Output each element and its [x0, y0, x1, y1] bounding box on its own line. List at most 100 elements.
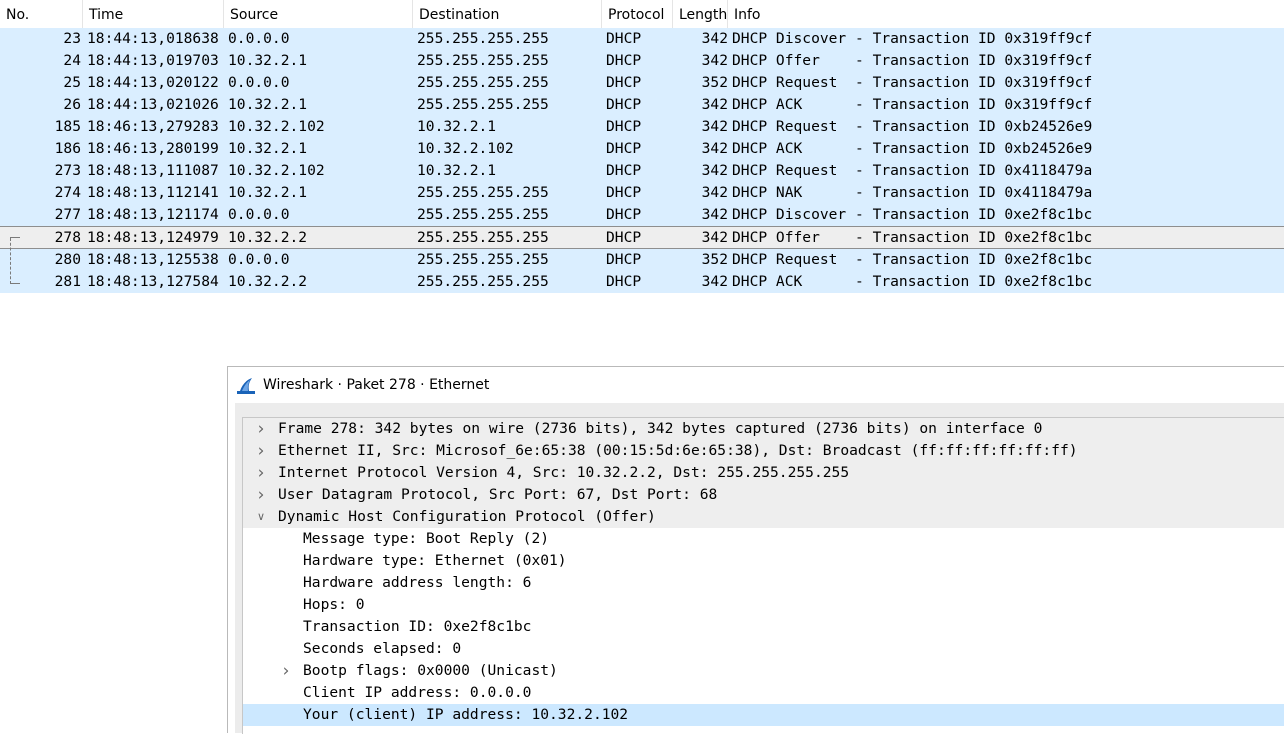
packet-row[interactable]: 281 18:48:13,127584 10.32.2.2 255.255.255.2… — [0, 271, 1284, 293]
packet-protocol: DHCP — [606, 96, 642, 113]
packet-row[interactable]: 280 18:48:13,125538 0.0.0.0 255.255.255.255… — [0, 249, 1284, 271]
packet-protocol: DHCP — [606, 74, 642, 91]
packet-number: 23 — [63, 30, 81, 47]
packet-time: 18:48:13,124979 — [87, 229, 219, 246]
packet-number: 26 — [63, 96, 81, 113]
packet-length: 342 — [701, 162, 728, 179]
packet-protocol: DHCP — [606, 251, 642, 268]
conversation-bracket-bottom — [10, 283, 20, 285]
packet-row[interactable]: 277 18:48:13,121174 0.0.0.0 255.255.255.255… — [0, 204, 1284, 226]
packet-time: 18:46:13,279283 — [87, 118, 219, 135]
tree-item[interactable]: › User Datagram Protocol, Src Port: 67, D… — [243, 484, 1284, 506]
tree-item[interactable]: Seconds elapsed: 0 — [243, 638, 1284, 660]
packet-source: 10.32.2.102 — [228, 118, 325, 135]
tree-item-label: Seconds elapsed: 0 — [303, 640, 462, 657]
tree-item-label: Ethernet II, Src: Microsof_6e:65:38 (00:… — [278, 442, 1078, 459]
packet-time: 18:44:13,018638 — [87, 30, 219, 47]
packet-row[interactable]: 273 18:48:13,111087 10.32.2.102 10.32.2.1 DH… — [0, 160, 1284, 182]
tree-item-label: Hops: 0 — [303, 596, 365, 613]
packet-source: 10.32.2.1 — [228, 96, 308, 113]
tree-item-label: User Datagram Protocol, Src Port: 67, Ds… — [278, 486, 718, 503]
packet-destination: 255.255.255.255 — [417, 251, 549, 268]
packet-destination: 255.255.255.255 — [417, 96, 549, 113]
packet-info: DHCP Request - Transaction ID 0x319ff9cf — [732, 74, 1093, 91]
tree-item[interactable]: Message type: Boot Reply (2) — [243, 528, 1284, 550]
chevron-right-icon[interactable]: › — [279, 660, 293, 682]
column-header-source[interactable]: Source — [224, 0, 413, 28]
packet-time: 18:44:13,021026 — [87, 96, 219, 113]
packet-length: 352 — [701, 74, 728, 91]
tree-item[interactable]: › Bootp flags: 0x0000 (Unicast) — [243, 660, 1284, 682]
packet-row[interactable]: 23 18:44:13,018638 0.0.0.0 255.255.255.255 D… — [0, 28, 1284, 50]
packet-destination: 255.255.255.255 — [417, 74, 549, 91]
packet-row[interactable]: 26 18:44:13,021026 10.32.2.1 255.255.255.25… — [0, 94, 1284, 116]
packet-number: 273 — [54, 162, 81, 179]
packet-destination: 255.255.255.255 — [417, 206, 549, 223]
window-titlebar[interactable]: Wireshark · Paket 278 · Ethernet — [228, 367, 1284, 403]
packet-protocol: DHCP — [606, 118, 642, 135]
packet-time: 18:48:13,121174 — [87, 206, 219, 223]
packet-destination: 255.255.255.255 — [417, 184, 549, 201]
packet-row[interactable]: 278 18:48:13,124979 10.32.2.2 255.255.255.2… — [0, 226, 1284, 249]
tree-item[interactable]: Your (client) IP address: 10.32.2.102 — [243, 704, 1284, 726]
tree-item[interactable]: ∨ Dynamic Host Configuration Protocol (Of… — [243, 506, 1284, 528]
packet-source: 10.32.2.2 — [228, 273, 308, 290]
tree-item[interactable]: Client IP address: 0.0.0.0 — [243, 682, 1284, 704]
packet-row[interactable]: 186 18:46:13,280199 10.32.2.1 10.32.2.102 DH… — [0, 138, 1284, 160]
packet-destination: 10.32.2.1 — [417, 162, 497, 179]
packet-info: DHCP Request - Transaction ID 0xe2f8c1bc — [732, 251, 1093, 268]
tree-item[interactable]: › Frame 278: 342 bytes on wire (2736 bits… — [243, 418, 1284, 440]
packet-number: 186 — [54, 140, 81, 157]
chevron-right-icon[interactable]: › — [254, 440, 268, 462]
packet-protocol: DHCP — [606, 229, 642, 246]
column-header-destination[interactable]: Destination — [413, 0, 602, 28]
packet-destination: 10.32.2.102 — [417, 140, 514, 157]
packet-row[interactable]: 274 18:48:13,112141 10.32.2.1 255.255.255.2… — [0, 182, 1284, 204]
tree-item[interactable]: › Internet Protocol Version 4, Src: 10.32… — [243, 462, 1284, 484]
tree-item[interactable]: Hops: 0 — [243, 594, 1284, 616]
tree-item-label: Frame 278: 342 bytes on wire (2736 bits)… — [278, 420, 1043, 437]
conversation-bracket — [10, 238, 21, 284]
packet-length: 342 — [701, 184, 728, 201]
column-header-protocol[interactable]: Protocol — [602, 0, 673, 28]
packet-info: DHCP Request - Transaction ID 0x4118479a — [732, 162, 1093, 179]
packet-info: DHCP ACK - Transaction ID 0xb24526e9 — [732, 140, 1093, 157]
window-title: Wireshark · Paket 278 · Ethernet — [263, 377, 490, 393]
chevron-down-icon[interactable]: ∨ — [254, 506, 268, 528]
packet-info: DHCP ACK - Transaction ID 0x319ff9cf — [732, 96, 1093, 113]
packet-source: 0.0.0.0 — [228, 74, 290, 91]
tree-item-label: Hardware address length: 6 — [303, 574, 532, 591]
packet-destination: 255.255.255.255 — [417, 52, 549, 69]
tree-item[interactable]: › Ethernet II, Src: Microsof_6e:65:38 (00… — [243, 440, 1284, 462]
chevron-right-icon[interactable]: › — [254, 484, 268, 506]
column-header-no[interactable]: No. — [0, 0, 83, 28]
column-header-time[interactable]: Time — [83, 0, 224, 28]
packet-length: 352 — [701, 251, 728, 268]
window-body: › Frame 278: 342 bytes on wire (2736 bits… — [235, 403, 1284, 734]
tree-item-label: Bootp flags: 0x0000 (Unicast) — [303, 662, 558, 679]
packet-protocol: DHCP — [606, 140, 642, 157]
packet-number: 277 — [54, 206, 81, 223]
tree-item[interactable]: Transaction ID: 0xe2f8c1bc — [243, 616, 1284, 638]
packet-protocol: DHCP — [606, 30, 642, 47]
tree-item[interactable]: Hardware type: Ethernet (0x01) — [243, 550, 1284, 572]
column-header-length[interactable]: Length — [673, 0, 728, 28]
packet-row[interactable]: 25 18:44:13,020122 0.0.0.0 255.255.255.255 D… — [0, 72, 1284, 94]
packet-protocol: DHCP — [606, 162, 642, 179]
packet-info: DHCP Request - Transaction ID 0xb24526e9 — [732, 118, 1093, 135]
packet-destination: 255.255.255.255 — [417, 229, 549, 246]
chevron-right-icon[interactable]: › — [254, 418, 268, 440]
tree-item[interactable]: Hardware address length: 6 — [243, 572, 1284, 594]
tree-item-label: Your (client) IP address: 10.32.2.102 — [303, 706, 629, 723]
packet-row[interactable]: 185 18:46:13,279283 10.32.2.102 10.32.2.1 DH… — [0, 116, 1284, 138]
packet-source: 10.32.2.1 — [228, 140, 308, 157]
packet-protocol: DHCP — [606, 52, 642, 69]
column-header-info[interactable]: Info — [728, 0, 1284, 28]
chevron-right-icon[interactable]: › — [254, 462, 268, 484]
packet-info: DHCP Discover - Transaction ID 0x319ff9c… — [732, 30, 1093, 47]
packet-source: 10.32.2.1 — [228, 184, 308, 201]
packet-source: 0.0.0.0 — [228, 30, 290, 47]
packet-time: 18:48:13,112141 — [87, 184, 219, 201]
packet-row[interactable]: 24 18:44:13,019703 10.32.2.1 255.255.255.25… — [0, 50, 1284, 72]
packet-info: DHCP Offer - Transaction ID 0x319ff9cf — [732, 52, 1093, 69]
